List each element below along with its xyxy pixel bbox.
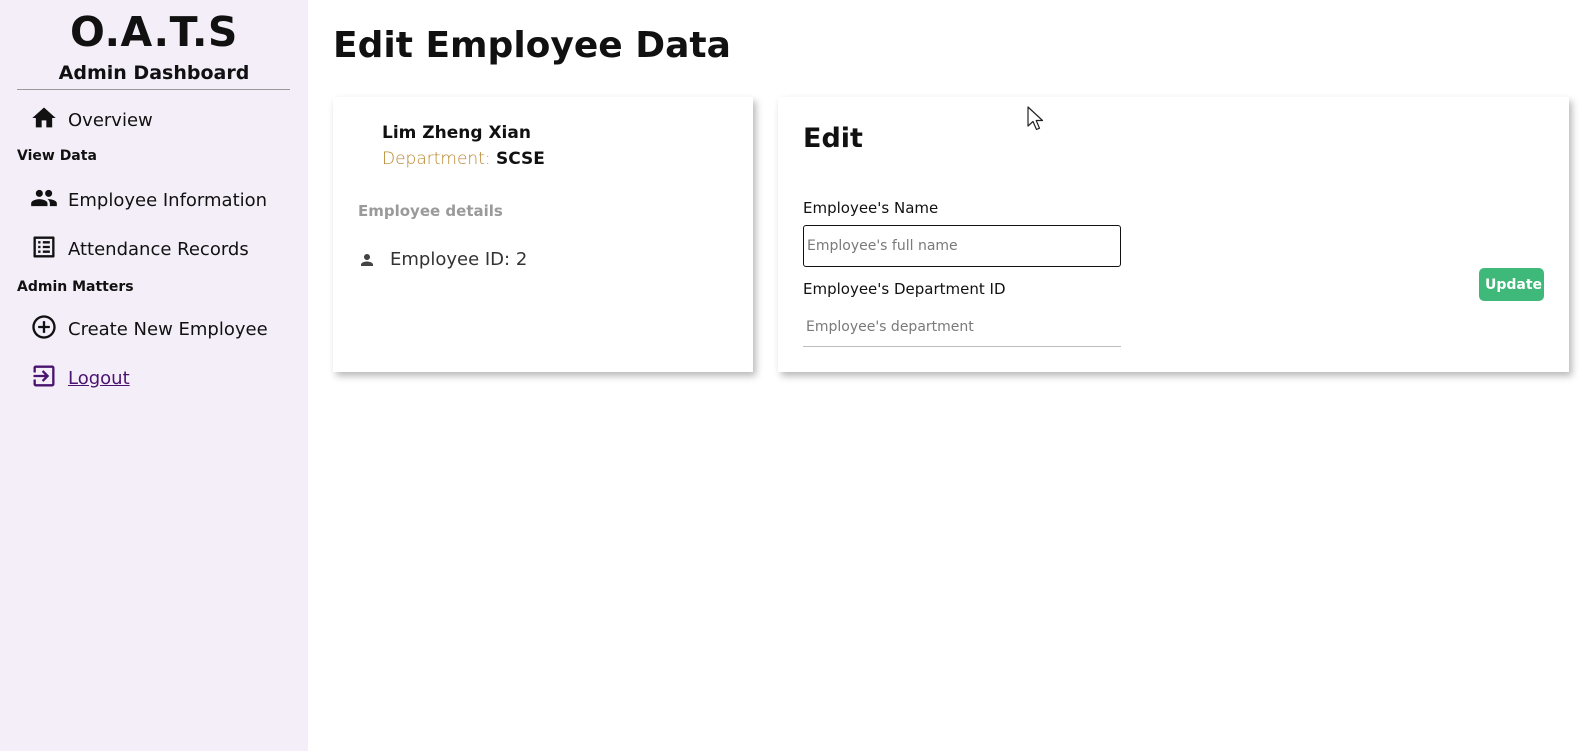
section-heading-view-data: View Data bbox=[17, 148, 97, 164]
dashboard-subtitle: Admin Dashboard bbox=[58, 62, 250, 84]
section-heading-admin-matters: Admin Matters bbox=[17, 279, 134, 295]
edit-employee-card: Edit Employee's Name Employee's Departme… bbox=[778, 97, 1569, 372]
sidebar-item-label: Attendance Records bbox=[68, 239, 249, 260]
page-title: Edit Employee Data bbox=[333, 25, 731, 66]
logout-icon bbox=[30, 362, 58, 390]
sidebar-item-label: Create New Employee bbox=[68, 319, 268, 340]
department-value: SCSE bbox=[496, 149, 545, 169]
sidebar-item-overview[interactable]: Overview bbox=[30, 104, 153, 132]
mouse-cursor-icon bbox=[1027, 106, 1047, 132]
sidebar-item-label: Employee Information bbox=[68, 190, 268, 211]
sidebar: O.A.T.S Admin Dashboard Overview View Da… bbox=[0, 0, 308, 751]
employee-details-heading: Employee details bbox=[358, 202, 503, 220]
employee-id: Employee ID: 2 bbox=[390, 249, 528, 270]
add-circle-icon bbox=[30, 313, 58, 341]
list-icon bbox=[30, 233, 58, 261]
app-brand: O.A.T.S bbox=[70, 8, 238, 56]
sidebar-item-attendance-records[interactable]: Attendance Records bbox=[30, 233, 249, 261]
sidebar-item-employee-information[interactable]: Employee Information bbox=[30, 184, 267, 212]
employee-id-row: Employee ID: 2 bbox=[358, 249, 527, 270]
employee-department-input[interactable] bbox=[803, 307, 1121, 347]
department-key: Department: bbox=[382, 149, 491, 169]
sidebar-item-create-new-employee[interactable]: Create New Employee bbox=[30, 313, 268, 341]
employee-name-label: Employee's Name bbox=[803, 199, 939, 217]
sidebar-item-label: Overview bbox=[68, 110, 153, 131]
employee-name: Lim Zheng Xian bbox=[382, 123, 531, 143]
employee-department: Department: SCSE bbox=[382, 149, 545, 169]
person-icon bbox=[358, 251, 376, 269]
edit-heading: Edit bbox=[803, 123, 863, 154]
employee-name-input[interactable] bbox=[803, 225, 1121, 267]
update-button[interactable]: Update bbox=[1479, 268, 1544, 301]
people-icon bbox=[30, 184, 58, 212]
employee-department-label: Employee's Department ID bbox=[803, 280, 1006, 298]
sidebar-divider bbox=[17, 89, 290, 90]
sidebar-item-logout[interactable]: Logout bbox=[30, 362, 130, 390]
employee-profile-card: Lim Zheng Xian Department: SCSE Employee… bbox=[333, 97, 753, 372]
logout-link[interactable]: Logout bbox=[68, 368, 130, 390]
home-icon bbox=[30, 104, 58, 132]
